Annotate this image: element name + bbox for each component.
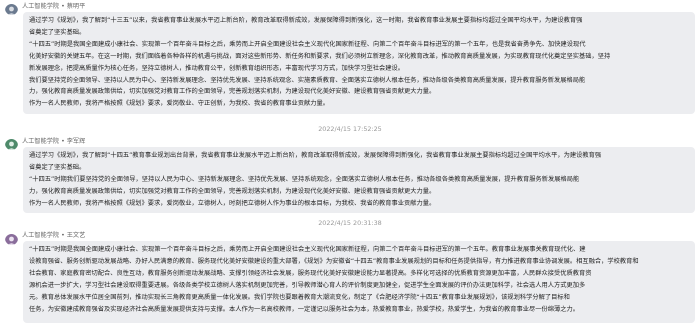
comment-bubble: “十四五”时期是我国全面建成小康社会、实现第一个百年奋斗目标之后，乘势而上开启全…: [23, 241, 695, 323]
comment-line: 我们要坚持党的全面领导、坚持以人民为中心、坚持新发展理念、坚持优先发展、坚持系统…: [29, 76, 586, 84]
comment-line: 新发展理念，把提高质量作为核心任务，坚持立德树人，推动教育公平，创新教育组织形态…: [29, 64, 404, 72]
comment-line: 作为一名人民教师，我将严格按照《规划》要求，爱岗敬业，立德树人，时刻把立德树人作…: [29, 199, 436, 207]
comment-line: 设教育强省、服务创新驱动发展战略、办好人民满意的教育、服务现代化美好安徽建设的重…: [29, 257, 639, 265]
comment-line: 力，强化教育高质量发展政策供给，切实加强党对教育工作的全面领导，完善规划落实机制…: [29, 187, 436, 195]
author-name: 人工智能学院 • 王文艺: [22, 232, 86, 239]
comment-bubble: 通过学习《规划》，我了解到“十三五”以来，我省教育事业发展水平迈上新台阶，教育改…: [23, 12, 695, 114]
comment-line: 省奠定了坚实基础。: [29, 28, 86, 36]
comment-line: 元。教育总体发展水平位居全国前列，推动实现长三角教育更高质量一体化发展。我们学院…: [29, 293, 570, 301]
avatar[interactable]: [5, 232, 18, 245]
comment-line: “十四五”时期是我国全面建成小康社会、实现第一个百年奋斗目标之后，乘势而上开启全…: [29, 246, 586, 253]
comment-bubble: 通过学习《规划》，我了解到“十四五”教育事业规划出台背景，我省教育事业发展水平迈…: [23, 147, 695, 213]
comment-line: “十四五”时期我们要坚持党的全面领导，坚持以人民为中心、坚持新发展理念、坚持优先…: [29, 175, 580, 183]
comment-line: 力，强化教育高质量发展政策供给，切实加强党对教育工作的全面领导，完善规划落实机制…: [29, 88, 436, 96]
comment-line: 化美好安徽的关键五年。在这一时期，我们面临着各种各样的机遇与挑战，面对这些新形势…: [29, 52, 611, 60]
comment-line: 源机会进一步扩大，学习型社会建设取得重要进展。各级各类学校立德树人落实机制更加完…: [29, 281, 586, 289]
comment-line: 任务，为安徽建成教育强省及实现经济社会高质量发展提供支持与支撑。本人作为一名高校…: [29, 305, 579, 313]
author-name: 人工智能学院 • 蔡明平: [22, 3, 86, 10]
avatar[interactable]: [5, 137, 18, 150]
comment-line: 作为一名人民教师，我将严格按照《规划》要求，爱岗敬业、守正创新，为我校、我省的教…: [29, 100, 329, 108]
comment-line: 省奠定了坚实基础。: [29, 163, 86, 171]
comment-line: 通过学习《规划》，我了解到“十三五”以来，我省教育事业发展水平迈上新台阶，教育改…: [29, 17, 583, 24]
comment-line: 通过学习《规划》，我了解到“十四五”教育事业规划出台背景，我省教育事业发展水平迈…: [29, 152, 602, 159]
comment-line: “十四五”时期是我国全面建成小康社会、实现第一个百年奋斗目标之后，乘势而上开启全…: [29, 40, 586, 48]
timestamp: 2022/4/15 20:31:38: [318, 219, 382, 227]
timestamp: 2022/4/15 17:52:25: [318, 125, 382, 133]
avatar[interactable]: [5, 2, 18, 15]
comment-line: 社会教育、家庭教育密切配合、良性互动，教育服务创新驱动发展战略、支撑引领经济社会…: [29, 269, 592, 277]
author-name: 人工智能学院 • 李军辉: [22, 138, 86, 145]
